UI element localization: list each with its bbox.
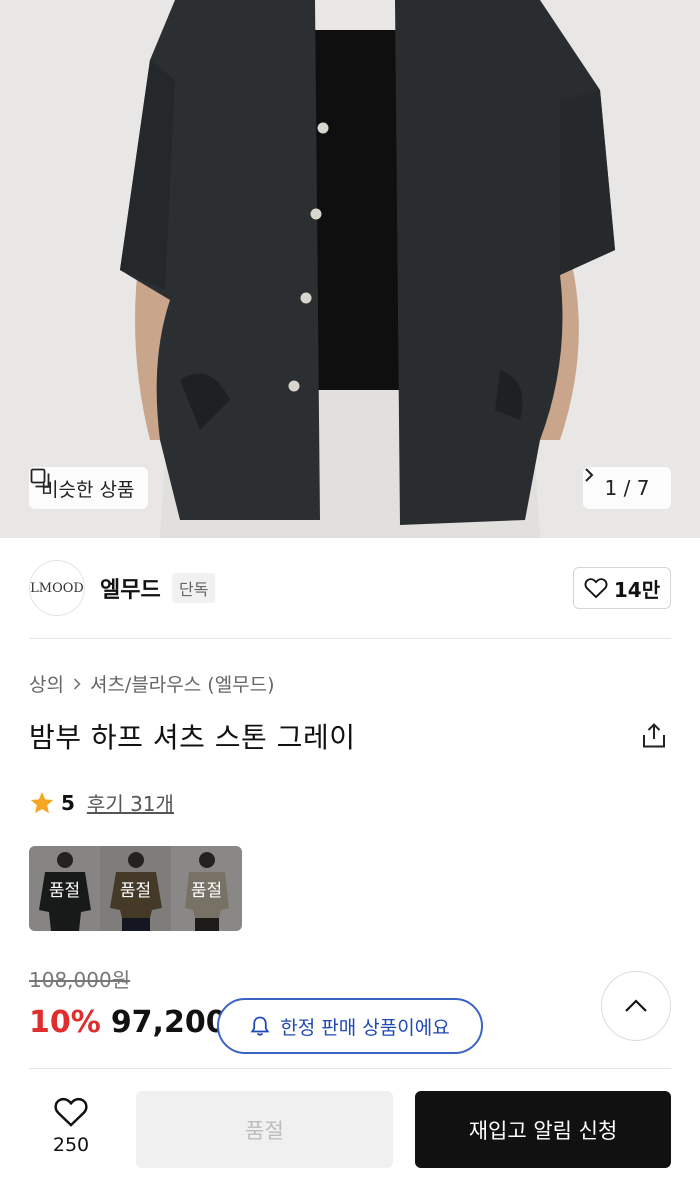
variant-thumb[interactable]: 품절 (171, 846, 242, 931)
wishlist-button[interactable]: 250 (40, 1096, 102, 1156)
brand-like-count: 14만 (613, 577, 661, 602)
brand-row: LMOOD 엘무드 단독 14만 (0, 538, 700, 638)
brand-name[interactable]: 엘무드 (100, 572, 161, 604)
heart-icon (584, 578, 608, 599)
rating-row: 5 후기 31개 (29, 788, 174, 817)
divider (29, 1068, 671, 1069)
variant-soldout-label: 품절 (48, 881, 81, 901)
color-variants: 품절 품절 품절 (29, 846, 242, 931)
restock-alert-button[interactable]: 재입고 알림 신청 (415, 1091, 671, 1168)
variant-thumb[interactable]: 품절 (29, 846, 100, 931)
soldout-button: 품절 (136, 1091, 393, 1168)
chevron-right-icon (585, 468, 594, 482)
chevron-right-icon (73, 677, 81, 690)
image-pager[interactable]: 1 / 7 (583, 467, 671, 509)
brand-logo-text: LMOOD (30, 580, 84, 596)
share-icon[interactable] (640, 722, 668, 750)
product-photo (0, 0, 700, 538)
bottom-action-bar: 250 품절 재입고 알림 신청 (0, 1070, 700, 1200)
brand-logo[interactable]: LMOOD (29, 560, 85, 616)
restock-alert-label: 재입고 알림 신청 (468, 1118, 618, 1143)
soldout-button-label: 품절 (245, 1118, 284, 1143)
bell-icon (250, 1016, 270, 1036)
similar-products-label: 비슷한 상품 (41, 478, 135, 501)
brand-like-button[interactable]: 14만 (573, 567, 671, 609)
breadcrumb-category[interactable]: 상의 (29, 670, 64, 697)
limited-sale-toast: 한정 판매 상품이에요 (217, 998, 483, 1054)
chevron-up-icon (625, 999, 647, 1012)
breadcrumb-subcategory[interactable]: 셔츠/블라우스 (엘무드) (90, 670, 275, 697)
original-price: 108,000원 (29, 968, 131, 992)
rating-score: 5 (61, 790, 75, 815)
breadcrumb: 상의 셔츠/블라우스 (엘무드) (29, 670, 275, 697)
similar-products-button[interactable]: 비슷한 상품 (29, 467, 149, 509)
star-icon (30, 791, 54, 813)
pager-text: 1 / 7 (604, 476, 650, 500)
product-title: 밤부 하프 셔츠 스톤 그레이 (29, 721, 356, 754)
discount-rate: 10% (29, 1005, 101, 1040)
reviews-link[interactable]: 후기 31개 (87, 788, 174, 817)
variant-thumb[interactable]: 품절 (100, 846, 171, 931)
similar-icon (30, 468, 50, 488)
wishlist-count: 250 (52, 1134, 90, 1156)
heart-icon (54, 1097, 88, 1127)
variant-soldout-label: 품절 (119, 881, 152, 901)
variant-soldout-label: 품절 (190, 881, 223, 901)
product-image[interactable]: 비슷한 상품 1 / 7 (0, 0, 700, 538)
toast-message: 한정 판매 상품이에요 (280, 1016, 450, 1039)
exclusive-badge: 단독 (172, 573, 216, 603)
scroll-top-button[interactable] (601, 971, 671, 1041)
divider (29, 638, 671, 639)
